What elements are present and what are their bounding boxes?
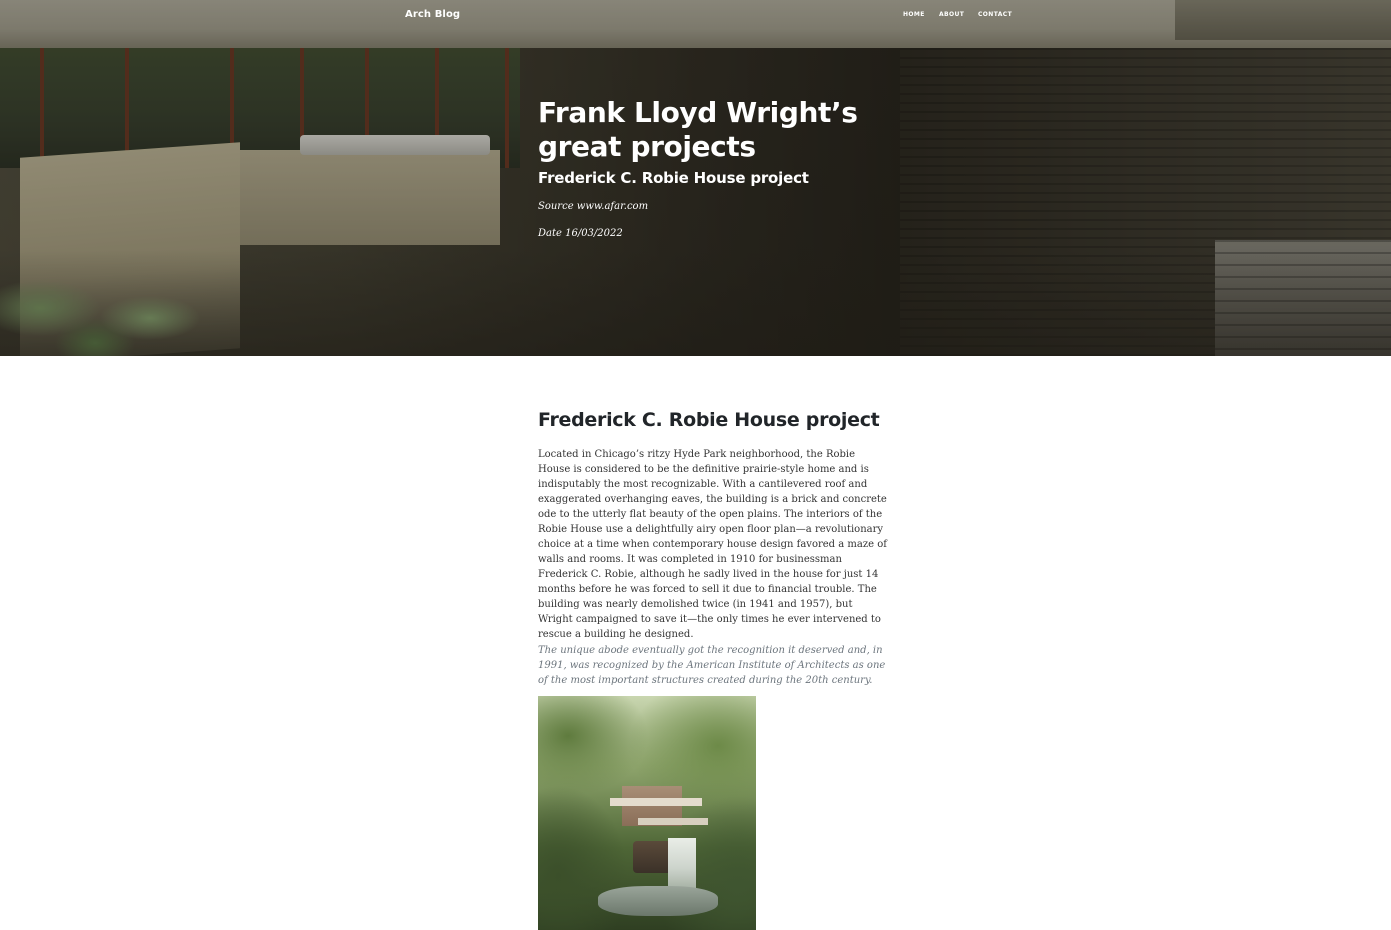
brand-link[interactable]: Arch Blog xyxy=(405,9,460,20)
image-stream xyxy=(598,886,718,916)
article-heading: Frederick C. Robie House project xyxy=(538,409,880,431)
nav-home-link[interactable]: HOME xyxy=(903,11,925,18)
nav-contact-link[interactable]: CONTACT xyxy=(978,11,1012,18)
page-title: Frank Lloyd Wright’s great projects xyxy=(538,96,858,163)
image-terrace xyxy=(610,798,702,806)
article-quote: The unique abode eventually got the reco… xyxy=(538,645,886,686)
image-terrace xyxy=(638,818,708,825)
post-source: Source www.afar.com xyxy=(538,201,649,212)
image-waterfall xyxy=(668,838,696,888)
image-rocks xyxy=(633,841,673,873)
page-subtitle: Frederick C. Robie House project xyxy=(538,169,809,187)
article-image-fallingwater xyxy=(538,696,756,930)
post-date: Date 16/03/2022 xyxy=(538,228,623,239)
article-paragraph: Located in Chicago’s ritzy Hyde Park nei… xyxy=(538,449,887,640)
nav-about-link[interactable]: ABOUT xyxy=(939,11,964,18)
